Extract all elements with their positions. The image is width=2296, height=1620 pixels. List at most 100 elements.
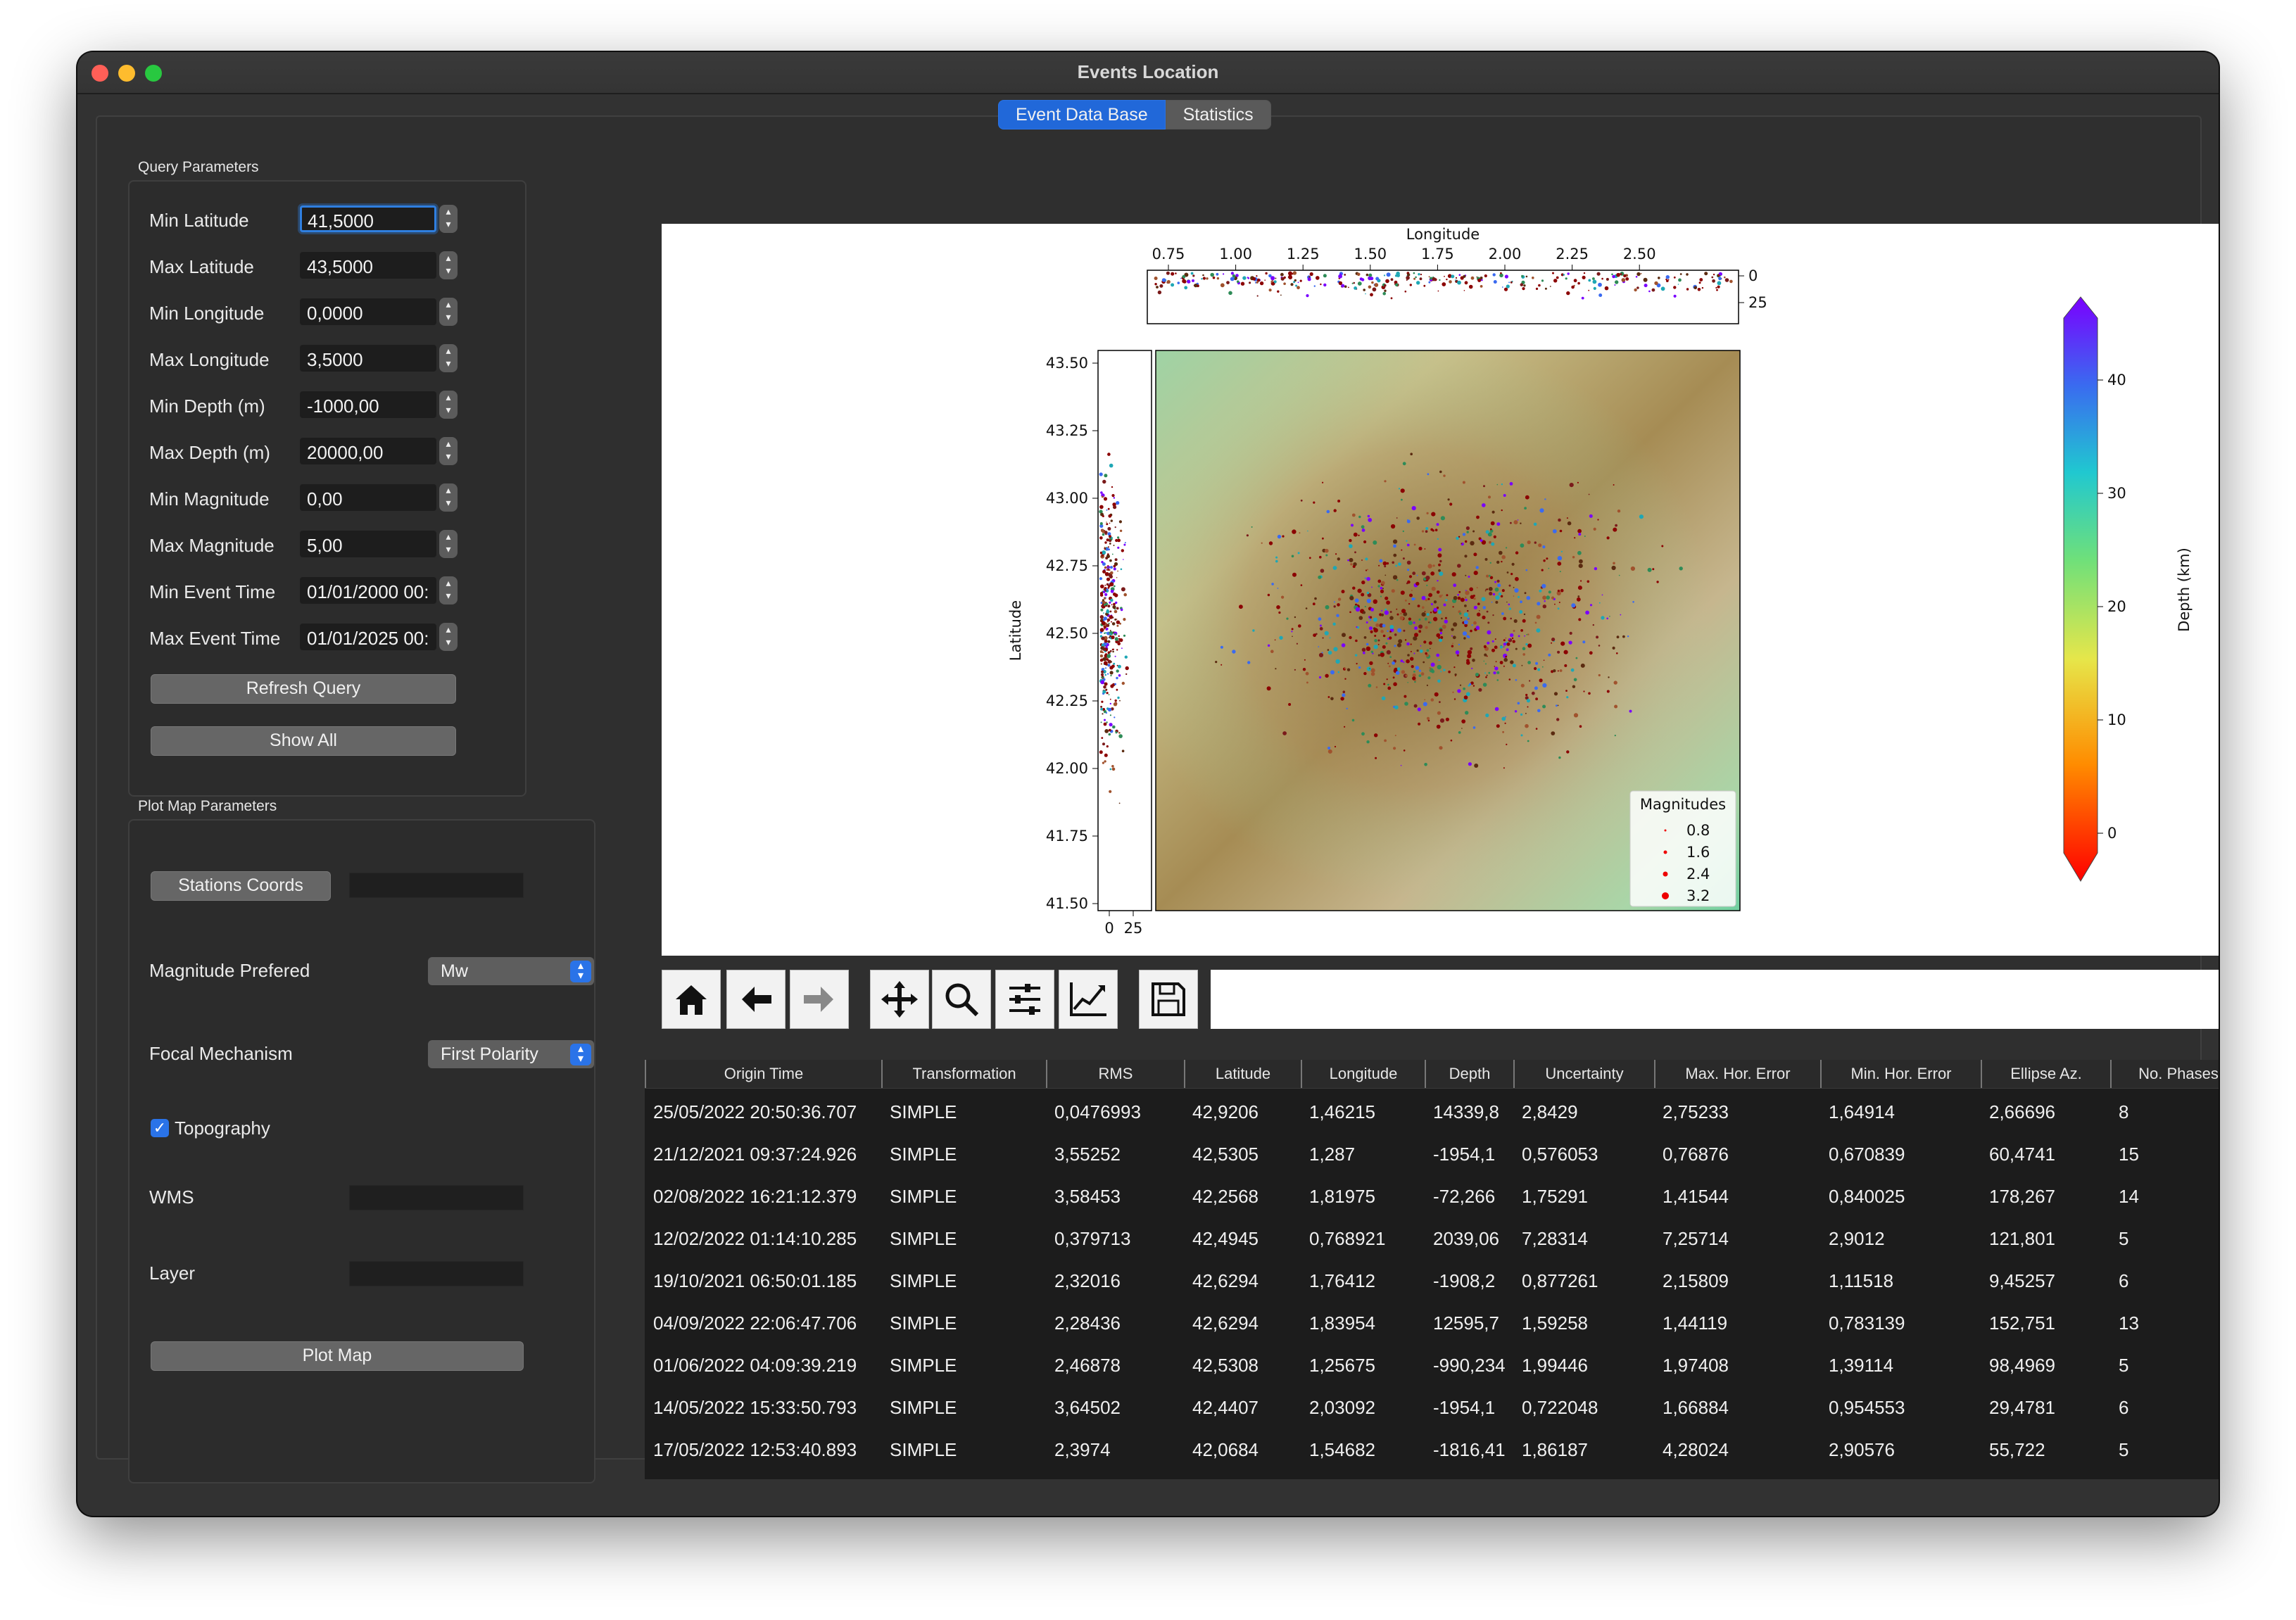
- table-row[interactable]: 17/05/2022 12:53:40.893 SIMPLE 2,3974 42,06…: [645, 1429, 2219, 1471]
- epicenter-dot: [1598, 673, 1601, 677]
- edit-axes-button[interactable]: [1059, 970, 1118, 1029]
- min-latitude-stepper[interactable]: ▴ ▾: [439, 205, 458, 233]
- max-longitude-stepper[interactable]: ▴ ▾: [439, 344, 458, 372]
- max-latitude-stepper[interactable]: ▴ ▾: [439, 251, 458, 279]
- epicenter-dot: [1601, 594, 1603, 596]
- refresh-query-button[interactable]: Refresh Query: [151, 674, 456, 704]
- epicenter-dot: [1501, 560, 1503, 563]
- top-profile-dot: [1446, 278, 1448, 281]
- stations-coords-button[interactable]: Stations Coords: [151, 871, 331, 901]
- max-magnitude-input[interactable]: 5,00: [300, 531, 436, 557]
- side-profile-dot: [1101, 495, 1104, 498]
- epicenter-dot: [1535, 662, 1539, 665]
- save-button[interactable]: [1139, 970, 1198, 1029]
- side-profile-dot: [1118, 520, 1122, 524]
- epicenter-dot: [1661, 545, 1664, 548]
- max-event-time-input[interactable]: 01/01/2025 00:: [300, 624, 436, 650]
- min-longitude-input[interactable]: 0,0000: [300, 298, 436, 325]
- epicenter-dot: [1430, 571, 1435, 576]
- table-row[interactable]: 19/10/2021 06:50:01.185 SIMPLE 2,32016 42,6…: [645, 1260, 2219, 1302]
- max-magnitude-stepper[interactable]: ▴ ▾: [439, 530, 458, 558]
- column-header-rms[interactable]: RMS: [1046, 1060, 1184, 1088]
- epicenter-dot: [1351, 719, 1355, 722]
- column-header-min-hor-error[interactable]: Min. Hor. Error: [1820, 1060, 1981, 1088]
- side-profile-dot: [1103, 661, 1108, 666]
- chevron-down-icon: ▾: [446, 450, 451, 462]
- epicenter-dot: [1395, 564, 1398, 567]
- min-magnitude-stepper[interactable]: ▴ ▾: [439, 483, 458, 512]
- column-header-uncertainty[interactable]: Uncertainty: [1513, 1060, 1654, 1088]
- table-row[interactable]: 12/02/2022 01:14:10.285 SIMPLE 0,379713 42,…: [645, 1217, 2219, 1260]
- min-event-time-input[interactable]: 01/01/2000 00:: [300, 577, 436, 604]
- map-plot-canvas[interactable]: Longitude 0.75 1.00 1.25 1.50 1.75 2.00 2.25 2.…: [662, 224, 2219, 956]
- epicenter-dot: [1387, 683, 1389, 686]
- epicenter-dot: [1382, 561, 1387, 566]
- epicenter-dot: [1370, 668, 1375, 673]
- wms-field[interactable]: [349, 1185, 524, 1210]
- tab-statistics[interactable]: Statistics: [1165, 100, 1271, 129]
- epicenter-dot: [1486, 574, 1489, 578]
- subplots-button[interactable]: [995, 970, 1054, 1029]
- min-event-time-stepper[interactable]: ▴ ▾: [439, 576, 458, 605]
- top-profile-dot: [1201, 278, 1203, 280]
- table-row[interactable]: 21/12/2021 09:37:24.926 SIMPLE 3,55252 42,5…: [645, 1133, 2219, 1175]
- min-magnitude-input[interactable]: 0,00: [300, 484, 436, 511]
- table-row[interactable]: 25/05/2022 20:50:36.707 SIMPLE 0,0476993 42…: [645, 1091, 2219, 1133]
- column-header-longitude[interactable]: Longitude: [1301, 1060, 1425, 1088]
- column-header-no-phases[interactable]: No. Phases: [2110, 1060, 2219, 1088]
- column-header-ellipse-az[interactable]: Ellipse Az.: [1981, 1060, 2110, 1088]
- tab-event-data-base[interactable]: Event Data Base: [998, 100, 1166, 129]
- table-row[interactable]: 02/08/2022 16:21:12.379 SIMPLE 3,58453 42,2…: [645, 1175, 2219, 1217]
- pan-button[interactable]: [870, 970, 929, 1029]
- cell-longitude: 1,76412: [1309, 1270, 1375, 1291]
- layer-field[interactable]: [349, 1261, 524, 1286]
- epicenter-dot: [1300, 499, 1303, 502]
- max-event-time-stepper[interactable]: ▴ ▾: [439, 623, 458, 651]
- max-latitude-input[interactable]: 43,5000: [300, 252, 436, 279]
- min-longitude-stepper[interactable]: ▴ ▾: [439, 298, 458, 326]
- table-row[interactable]: 01/06/2022 04:09:39.219 SIMPLE 2,46878 42,5…: [645, 1344, 2219, 1386]
- plot-map-button[interactable]: Plot Map: [151, 1341, 524, 1371]
- max-depth-input[interactable]: 20000,00: [300, 438, 436, 464]
- epicenter-dot: [1387, 686, 1392, 690]
- epicenter-dot: [1558, 756, 1561, 759]
- epicenter-dot: [1468, 762, 1472, 766]
- epicenter-dot: [1526, 633, 1528, 635]
- table-row[interactable]: 14/05/2022 15:33:50.793 SIMPLE 3,64502 42,4…: [645, 1386, 2219, 1429]
- column-header-depth[interactable]: Depth: [1425, 1060, 1513, 1088]
- stations-coords-field[interactable]: [349, 873, 524, 898]
- topography-checkbox[interactable]: ✓: [151, 1119, 169, 1137]
- column-header-transformation[interactable]: Transformation: [881, 1060, 1046, 1088]
- side-profile-dot: [1099, 522, 1103, 525]
- epicenter-dot: [1527, 706, 1529, 708]
- epicenter-dot: [1444, 619, 1448, 624]
- column-header-latitude[interactable]: Latitude: [1184, 1060, 1301, 1088]
- epicenter-dot: [1525, 723, 1529, 728]
- side-profile-dot: [1106, 569, 1109, 571]
- epicenter-dot: [1575, 657, 1578, 659]
- events-table[interactable]: Origin Time Transformation RMS Latitude Long…: [645, 1060, 2219, 1479]
- home-button[interactable]: [662, 970, 721, 1029]
- cell-max-hor-error: 0,76876: [1663, 1144, 1729, 1165]
- table-row[interactable]: 04/09/2022 22:06:47.706 SIMPLE 2,28436 42,6…: [645, 1302, 2219, 1344]
- column-header-origin-time[interactable]: Origin Time: [645, 1060, 881, 1088]
- epicenter-dot: [1398, 562, 1401, 566]
- side-profile-dot: [1099, 592, 1104, 595]
- max-depth-stepper[interactable]: ▴ ▾: [439, 437, 458, 465]
- magnitude-prefered-select[interactable]: Mw ▴ ▾: [428, 957, 594, 985]
- column-header-max-hor-error[interactable]: Max. Hor. Error: [1654, 1060, 1820, 1088]
- back-button[interactable]: [726, 970, 786, 1029]
- min-depth-stepper[interactable]: ▴ ▾: [439, 391, 458, 419]
- forward-button[interactable]: [790, 970, 849, 1029]
- min-depth-input[interactable]: -1000,00: [300, 391, 436, 418]
- min-latitude-input[interactable]: 41,5000: [300, 205, 436, 232]
- epicenter-dot: [1485, 530, 1489, 534]
- epicenter-dot: [1488, 574, 1491, 577]
- magnitude-prefered-label: Magnitude Prefered: [149, 960, 310, 981]
- focal-mechanism-select[interactable]: First Polarity ▴ ▾: [428, 1040, 594, 1068]
- top-profile-dot: [1499, 273, 1503, 278]
- max-longitude-input[interactable]: 3,5000: [300, 345, 436, 372]
- cell-transformation: SIMPLE: [890, 1101, 957, 1122]
- show-all-button[interactable]: Show All: [151, 726, 456, 756]
- zoom-button[interactable]: [932, 970, 991, 1029]
